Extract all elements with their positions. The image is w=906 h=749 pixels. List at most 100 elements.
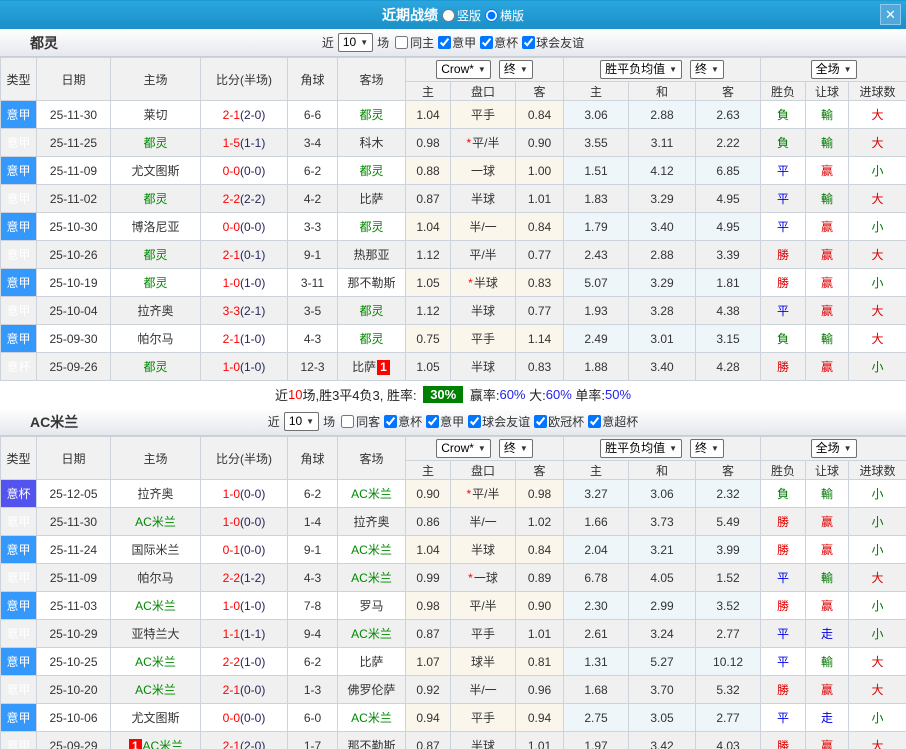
league-filter[interactable]: 意杯 (380, 413, 422, 430)
odds-away-cell: 0.84 (514, 535, 565, 564)
avg-type-select[interactable]: 胜平负均值 ▼ (600, 439, 683, 458)
date-cell: 25-11-25 (36, 128, 111, 157)
bookmaker-select[interactable]: Crow* ▼ (436, 60, 491, 79)
match-type-cell: 意甲 (0, 156, 37, 185)
result-cell: 平 (760, 563, 807, 592)
match-row: 意甲 25-11-03 AC米兰 1-0(1-0) 7-8 罗马 0.98 平/半 0.90 2.… (0, 591, 906, 620)
league-checkbox[interactable] (588, 415, 602, 428)
odds-away-cell: 0.83 (514, 352, 565, 381)
sub-col-goals: 进球数 (848, 81, 906, 101)
scope-select[interactable]: 全场 ▼ (810, 60, 857, 79)
handicap-result-cell: 赢 (805, 731, 850, 749)
odds-home-cell: 0.86 (405, 507, 451, 536)
league-filter[interactable]: 球会友谊 (518, 34, 584, 51)
horizontal-radio[interactable] (485, 8, 498, 22)
handicap-cell: 平手 (450, 619, 516, 648)
handicap-result-cell: 赢 (805, 296, 850, 325)
result-cell: 平 (760, 703, 807, 732)
away-team-cell: 都灵 (337, 296, 406, 325)
handicap-result-cell: 輸 (805, 563, 850, 592)
result-group-header: 全场 ▼ (760, 436, 906, 461)
same-venue-checkbox[interactable] (395, 36, 409, 49)
league-checkbox[interactable] (384, 415, 398, 428)
avg-home-cell: 1.93 (563, 296, 630, 325)
match-row: 意甲 25-10-04 拉齐奥 3-3(2-1) 3-5 都灵 1.12 半球 0.77 1.93… (0, 296, 906, 325)
match-type-cell: 意甲 (0, 619, 37, 648)
bookmaker-select[interactable]: Crow* ▼ (436, 439, 491, 458)
odds-home-cell: 0.88 (405, 156, 451, 185)
sub-col-avg-draw: 和 (628, 460, 697, 480)
same-venue-filter[interactable]: 同主 (389, 34, 434, 51)
match-type-cell: 意甲 (0, 703, 37, 732)
home-team-cell: 1 AC米兰 (110, 731, 201, 749)
league-checkbox[interactable] (426, 415, 440, 428)
league-checkbox[interactable] (480, 36, 494, 49)
date-cell: 25-11-24 (36, 535, 111, 564)
odds-away-cell: 0.77 (514, 296, 565, 325)
win-rate-badge: 30% (423, 386, 464, 403)
dropdown-arrow-icon: ▼ (360, 38, 369, 47)
avg-home-cell: 3.27 (563, 479, 630, 508)
avg-draw-cell: 4.12 (628, 156, 697, 185)
avg-type-select[interactable]: 胜平负均值 ▼ (600, 60, 683, 79)
score-cell: 2-2(1-2) (200, 563, 288, 592)
score-cell: 1-0(1-0) (200, 268, 288, 297)
col-corner: 角球 (287, 57, 338, 101)
handicap-cell: 平/半 (450, 591, 516, 620)
match-row: 意甲 25-09-30 帕尔马 2-1(1-0) 4-3 都灵 0.75 平手 1.14 2.49… (0, 324, 906, 353)
date-cell: 25-11-09 (36, 563, 111, 592)
dropdown-arrow-icon: ▼ (477, 65, 486, 74)
avg-stage-select[interactable]: 终 ▼ (690, 60, 724, 79)
avg-stage-select[interactable]: 终 ▼ (690, 439, 724, 458)
league-filter[interactable]: 意杯 (476, 34, 518, 51)
match-row: 意甲 25-10-30 博洛尼亚 0-0(0-0) 3-3 都灵 1.04 半/一 0.84 1.… (0, 212, 906, 241)
dropdown-arrow-icon: ▼ (306, 417, 315, 426)
league-filter[interactable]: 球会友谊 (464, 413, 530, 430)
near-count-select[interactable]: 10 ▼ (283, 412, 320, 431)
goals-result-cell: 小 (848, 352, 906, 381)
score-cell: 0-0(0-0) (200, 156, 288, 185)
handicap-cell: *一球 (450, 563, 516, 592)
near-label: 近 (321, 36, 334, 50)
odds-stage-select[interactable]: 终 ▼ (498, 60, 533, 79)
date-cell: 25-11-03 (36, 591, 111, 620)
date-cell: 25-11-02 (36, 184, 111, 213)
league-filter[interactable]: 意甲 (422, 413, 464, 430)
score-cell: 1-1(1-1) (200, 619, 288, 648)
same-venue-filter[interactable]: 同客 (335, 413, 380, 430)
handicap-result-cell: 輸 (805, 128, 850, 157)
league-filter[interactable]: 意甲 (434, 34, 476, 51)
home-team-cell: 拉齐奥 (110, 479, 201, 508)
league-filter[interactable]: 欧冠杯 (530, 413, 584, 430)
handicap-result-cell: 赢 (805, 268, 850, 297)
near-count-select[interactable]: 10 ▼ (337, 33, 374, 52)
home-team-cell: 莱切 (110, 100, 201, 129)
league-checkbox[interactable] (468, 415, 482, 428)
scope-select[interactable]: 全场 ▼ (810, 439, 857, 458)
dropdown-arrow-icon: ▼ (711, 444, 719, 453)
avg-draw-cell: 2.99 (628, 591, 697, 620)
avg-draw-cell: 3.11 (628, 128, 697, 157)
avg-draw-cell: 3.42 (628, 731, 697, 749)
league-checkbox[interactable] (438, 36, 452, 49)
result-cell: 平 (760, 156, 807, 185)
away-team-cell: 比萨 (337, 647, 406, 676)
league-filter[interactable]: 意超杯 (584, 413, 638, 430)
odds-stage-select[interactable]: 终 ▼ (498, 439, 533, 458)
close-button[interactable]: ✕ (880, 4, 901, 25)
league-checkbox[interactable] (522, 36, 536, 49)
layout-option-vertical[interactable]: 竖版 (441, 7, 481, 24)
odds-home-cell: 0.98 (405, 591, 451, 620)
avg-away-cell: 5.32 (695, 675, 762, 704)
layout-option-horizontal[interactable]: 横版 (485, 7, 524, 24)
odds-away-cell: 0.81 (514, 647, 565, 676)
vertical-radio[interactable] (441, 8, 455, 22)
avg-draw-cell: 2.88 (628, 100, 697, 129)
league-checkbox[interactable] (534, 415, 548, 428)
odds-home-cell: 0.98 (405, 128, 451, 157)
avg-draw-cell: 3.70 (628, 675, 697, 704)
goals-result-cell: 小 (848, 535, 906, 564)
same-venue-checkbox[interactable] (341, 415, 355, 428)
team-filter-row: 都灵 近 10 ▼ 场 同主 意甲 意杯 球会友谊 (0, 29, 906, 57)
sub-col-result: 胜负 (760, 81, 807, 101)
